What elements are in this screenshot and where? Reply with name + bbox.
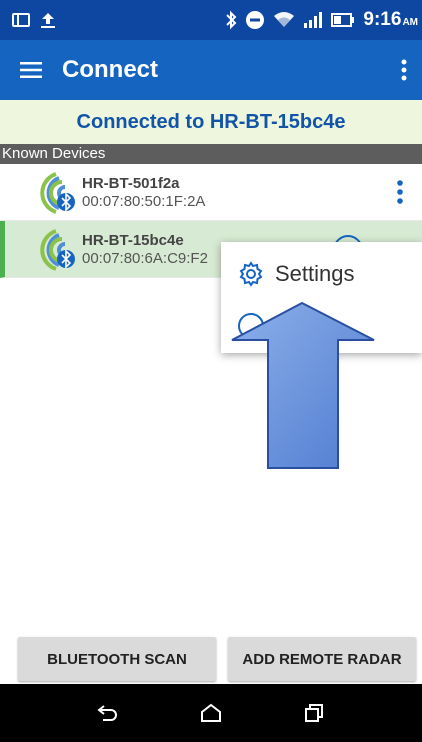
do-not-disturb-icon: [245, 10, 265, 30]
menu-item-settings[interactable]: Settings: [221, 250, 422, 298]
action-buttons: BLUETOOTH SCAN ADD REMOTE RADAR: [0, 637, 422, 684]
app-bar: Connect: [0, 40, 422, 100]
more-vert-icon[interactable]: [386, 40, 422, 100]
signal-icon: [303, 11, 323, 29]
device-address: 00:07:80:50:1F:2A: [82, 192, 206, 210]
device-row[interactable]: HR-BT-501f2a 00:07:80:50:1F:2A: [0, 164, 422, 221]
back-icon[interactable]: [88, 693, 128, 733]
device-address: 00:07:80:6A:C9:F2: [82, 249, 208, 267]
recents-icon[interactable]: [294, 693, 334, 733]
battery-icon: [331, 13, 355, 27]
known-devices-header: Known Devices: [0, 144, 422, 164]
menu-item-label: Settings: [275, 261, 355, 286]
bluetooth-scan-button[interactable]: BLUETOOTH SCAN: [18, 637, 216, 681]
connection-banner: Connected to HR-BT-15bc4e: [0, 100, 422, 144]
home-icon[interactable]: [191, 693, 231, 733]
device-name: HR-BT-501f2a: [82, 174, 180, 192]
more-vert-icon[interactable]: [388, 174, 412, 210]
upload-icon: [40, 11, 56, 29]
bluetooth-icon: [225, 10, 237, 30]
screen-cast-icon: [12, 12, 30, 28]
wifi-icon: [273, 11, 295, 29]
clock: 9:16AM: [363, 9, 418, 30]
system-nav-bar: [0, 684, 422, 742]
hamburger-menu-icon[interactable]: [0, 40, 62, 100]
page-title: Connect: [62, 56, 158, 83]
gear-icon: [231, 254, 271, 294]
bluetooth-radar-icon: [40, 229, 75, 271]
annotation-arrow: [231, 301, 375, 469]
device-name: HR-BT-15bc4e: [82, 231, 184, 249]
bluetooth-radar-icon: [40, 172, 75, 214]
add-remote-radar-button[interactable]: ADD REMOTE RADAR: [228, 637, 416, 681]
status-bar: 9:16AM: [0, 0, 422, 40]
